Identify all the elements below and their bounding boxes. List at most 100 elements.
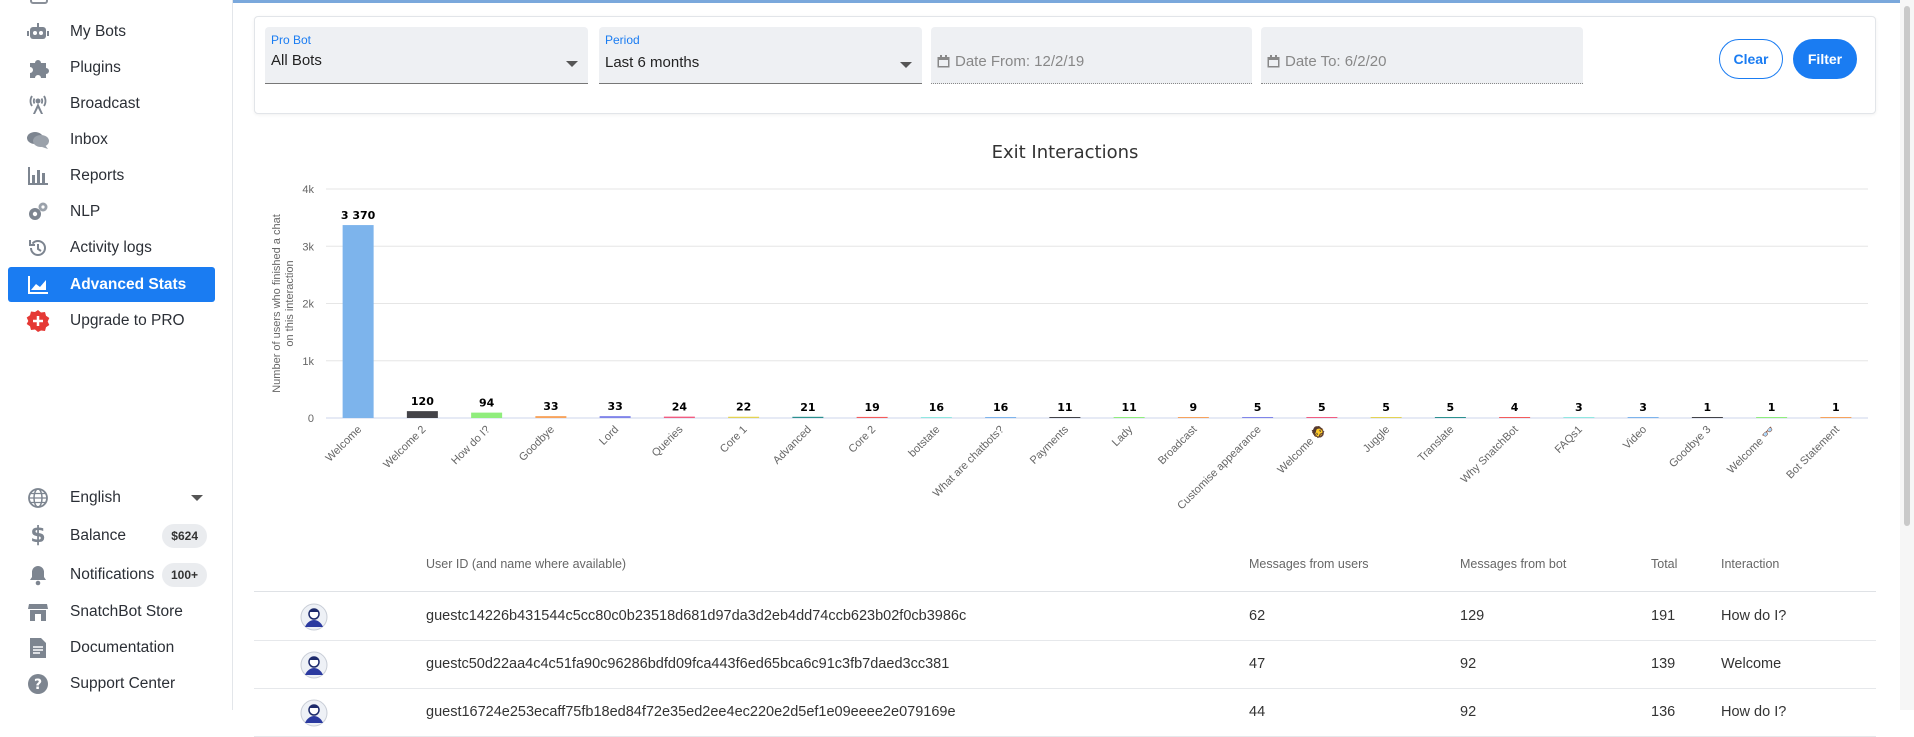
probot-select[interactable]: Pro Bot All Bots <box>265 27 588 84</box>
data-label: 9 <box>1190 401 1198 414</box>
probot-label: Pro Bot <box>271 33 312 47</box>
support-label: Support Center <box>70 674 176 692</box>
column-header-messages-users: Messages from users <box>1249 557 1369 571</box>
bar <box>1113 417 1145 418</box>
language-selector[interactable]: English <box>8 480 215 515</box>
x-tick-label: What are chatbots? <box>931 424 1007 500</box>
data-label: 5 <box>1254 401 1262 414</box>
balance-label: Balance <box>70 526 127 544</box>
sidebar-item-plugins[interactable]: Plugins <box>8 50 215 85</box>
avatar <box>300 651 328 679</box>
data-label: 5 <box>1318 401 1326 414</box>
bar <box>1627 417 1659 418</box>
x-tick-label: Translate <box>1416 424 1457 465</box>
x-tick-label: Core 1 <box>718 424 750 456</box>
chart-canvas: 0 1k 2k 3k 4k Number of users who finished a … <box>271 184 1868 512</box>
data-label: 24 <box>672 401 688 414</box>
column-header-user: User ID (and name where available) <box>426 557 627 571</box>
bar <box>1177 417 1209 418</box>
store-icon <box>26 600 50 624</box>
sidebar-item-nlp[interactable]: NLP <box>8 194 215 229</box>
bar <box>471 412 503 418</box>
bar <box>856 416 888 418</box>
data-label: 3 <box>1639 401 1647 414</box>
chevron-down-icon <box>191 495 203 501</box>
sidebar-item-documentation[interactable]: Documentation <box>8 630 215 665</box>
plus-circle-icon <box>26 309 50 333</box>
bar <box>342 225 374 418</box>
bar <box>792 416 824 418</box>
sidebar-item-reports[interactable]: Reports <box>8 158 215 193</box>
data-label: 5 <box>1447 401 1455 414</box>
x-tick-label: Lord <box>597 424 621 448</box>
sidebar-item-advanced-stats[interactable]: Advanced Stats <box>8 267 215 302</box>
clear-button[interactable]: Clear <box>1719 39 1783 79</box>
sidebar-item-my-bots[interactable]: My Bots <box>8 14 215 49</box>
x-tick-label: Advanced <box>771 424 814 467</box>
chevron-down-icon <box>566 61 578 67</box>
bar <box>599 416 631 418</box>
calendar-icon <box>937 55 950 68</box>
date-to-value: Date To: 6/2/20 <box>1285 53 1387 70</box>
y-tick-label: 3k <box>302 241 314 253</box>
area-chart-icon <box>26 273 50 297</box>
sidebar-item-upgrade-pro[interactable]: Upgrade to PRO <box>8 303 215 338</box>
column-header-interaction: Interaction <box>1721 557 1780 571</box>
period-label: Period <box>605 33 640 47</box>
scrollbar[interactable] <box>1900 0 1914 710</box>
table-row[interactable]: guestc50d22aa4c4c51fa90c96286bdfd09fca44… <box>254 641 1876 689</box>
bell-icon <box>26 563 50 587</box>
table-row[interactable]: guest16724e253ecaff75fb18ed84f72e35ed2ee… <box>254 689 1876 737</box>
scrollbar-thumb[interactable] <box>1904 6 1910 526</box>
sidebar-item-support[interactable]: ? Support Center <box>8 666 215 701</box>
cell-messages-bot: 92 <box>1460 656 1477 672</box>
bar <box>1563 417 1595 418</box>
bar <box>663 416 695 418</box>
x-tick-label: Core 2 <box>846 424 878 456</box>
period-value: Last 6 months <box>605 54 700 71</box>
data-label: 120 <box>411 395 434 408</box>
bar <box>1691 417 1723 418</box>
cell-total: 136 <box>1651 704 1676 720</box>
avatar <box>300 699 328 727</box>
notifications-label: Notifications <box>70 565 155 583</box>
sidebar: My Bots Plugins Broadcast Inbox Reports … <box>0 0 233 710</box>
period-select[interactable]: Period Last 6 months <box>599 27 922 84</box>
gears-icon <box>26 200 50 224</box>
sidebar-item-balance[interactable]: $ Balance $624 <box>8 518 215 553</box>
table-row[interactable]: guestc14226b431544c5cc80c0b23518d681d97d… <box>254 593 1876 641</box>
filter-panel: Pro Bot All Bots Period Last 6 months Da… <box>254 16 1876 114</box>
data-label: 5 <box>1382 401 1390 414</box>
sidebar-item-store[interactable]: SnatchBot Store <box>8 594 215 629</box>
filter-button[interactable]: Filter <box>1793 39 1857 79</box>
y-tick-label: 4k <box>302 184 314 196</box>
date-from-field[interactable]: Date From: 12/2/19 <box>931 27 1252 84</box>
date-from-value: Date From: 12/2/19 <box>955 53 1085 70</box>
x-tick-label: Welcome <box>323 424 364 465</box>
sidebar-item-activity-logs[interactable]: Activity logs <box>8 230 215 265</box>
column-header-messages-bot: Messages from bot <box>1460 557 1567 571</box>
x-tick-label: Welcome 👓 <box>1725 423 1778 476</box>
y-tick-label: 1k <box>302 356 314 368</box>
bar <box>535 416 567 418</box>
sidebar-item-inbox[interactable]: Inbox <box>8 122 215 157</box>
sidebar-item-broadcast[interactable]: Broadcast <box>8 86 215 121</box>
cell-messages-users: 47 <box>1249 656 1266 672</box>
history-icon <box>26 236 50 260</box>
question-circle-icon: ? <box>26 672 50 696</box>
bar <box>1434 417 1466 418</box>
bar <box>1306 417 1338 418</box>
date-to-field[interactable]: Date To: 6/2/20 <box>1261 27 1583 84</box>
probot-value: All Bots <box>271 52 322 69</box>
bar <box>728 416 760 418</box>
sidebar-item-notifications[interactable]: Notifications 100+ <box>8 557 215 592</box>
cell-user-id: guest16724e253ecaff75fb18ed84f72e35ed2ee… <box>426 704 956 720</box>
data-label: 21 <box>800 401 815 414</box>
calendar-icon <box>1267 55 1280 68</box>
bar <box>1820 417 1852 418</box>
x-tick-label: Broadcast <box>1156 424 1200 468</box>
x-tick-label: FAQs1 <box>1553 424 1585 456</box>
globe-icon <box>26 486 50 510</box>
sidebar-item-label: Broadcast <box>70 94 140 112</box>
x-tick-label: Welcome 2 <box>381 424 428 471</box>
